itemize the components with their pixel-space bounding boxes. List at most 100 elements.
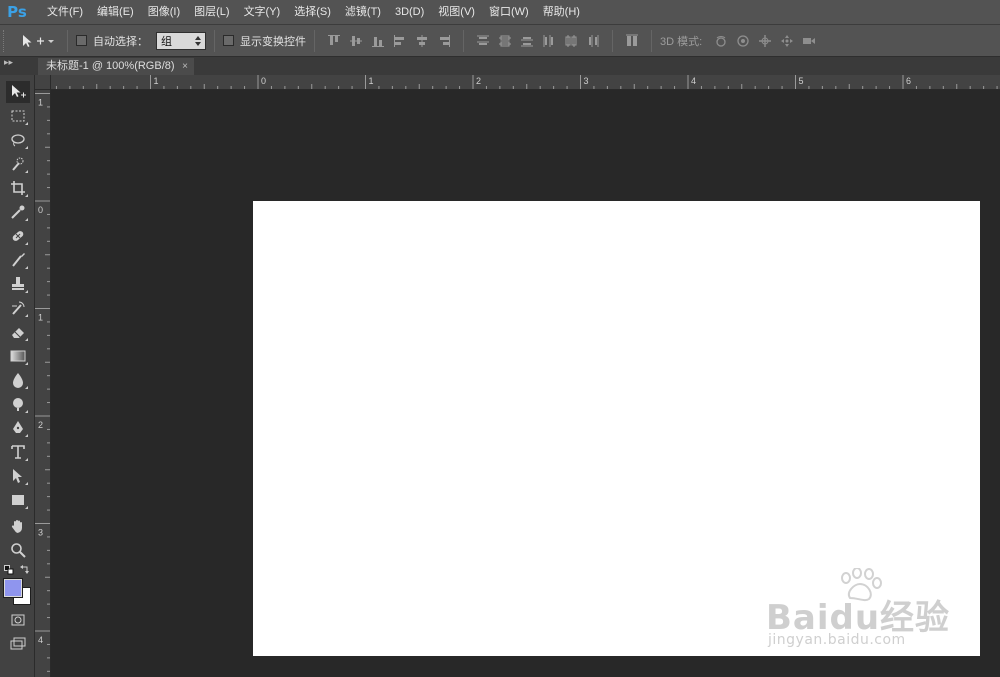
auto-align-layers-icon[interactable]	[624, 33, 640, 49]
tools-panel	[0, 75, 35, 677]
align-right-edges-icon[interactable]	[436, 33, 452, 49]
ruler-label: 3	[38, 528, 43, 538]
auto-select-dropdown[interactable]: 组	[156, 31, 206, 50]
dodge-icon[interactable]	[6, 393, 30, 415]
close-tab-icon[interactable]: ×	[182, 58, 188, 75]
distribute-top-icon[interactable]	[475, 33, 491, 49]
ruler-label: 2	[476, 76, 481, 86]
ruler-label: 1	[38, 98, 43, 108]
ruler-label: 0	[38, 205, 43, 215]
blur-icon[interactable]	[6, 369, 30, 391]
hand-icon[interactable]	[6, 515, 30, 537]
3d-rotate-icon[interactable]	[713, 33, 729, 49]
divider	[314, 29, 315, 52]
align-top-edges-icon[interactable]	[326, 33, 342, 49]
menu-3d[interactable]: 3D(D)	[388, 0, 431, 25]
path-selection-icon[interactable]	[6, 465, 30, 487]
main-menu: 文件(F) 编辑(E) 图像(I) 图层(L) 文字(Y) 选择(S) 滤镜(T…	[40, 0, 587, 25]
auto-select-label: 自动选择：	[93, 35, 148, 48]
eraser-icon[interactable]	[6, 321, 30, 343]
distribute-horizontal-centers-icon[interactable]	[563, 33, 579, 49]
move-tool-icon[interactable]	[6, 81, 30, 103]
menu-type[interactable]: 文字(Y)	[237, 0, 288, 25]
menu-filter[interactable]: 滤镜(T)	[338, 0, 388, 25]
gradient-icon[interactable]	[6, 345, 30, 367]
zoom-icon[interactable]	[6, 539, 30, 561]
distribute-right-icon[interactable]	[585, 33, 601, 49]
document-tab-title: 未标题-1 @ 100%(RGB/8)	[46, 60, 175, 72]
distribute-vertical-centers-icon[interactable]	[497, 33, 513, 49]
updown-arrows-icon	[195, 35, 201, 46]
quick-selection-icon[interactable]	[6, 153, 30, 175]
eyedropper-icon[interactable]	[6, 201, 30, 223]
ruler-label: 5	[799, 76, 804, 86]
menu-bar: Ps 文件(F) 编辑(E) 图像(I) 图层(L) 文字(Y) 选择(S) 滤…	[0, 0, 1000, 25]
divider	[612, 29, 613, 52]
history-brush-icon[interactable]	[6, 297, 30, 319]
swap-colors-icon[interactable]	[20, 564, 30, 574]
menu-window[interactable]: 窗口(W)	[482, 0, 536, 25]
default-colors-icon[interactable]	[4, 565, 14, 575]
watermark-url: jingyan.baidu.com	[768, 632, 906, 648]
type-icon[interactable]	[6, 441, 30, 463]
horizontal-ruler[interactable]: 1 0 1 2 3 4 5 6	[35, 75, 1000, 90]
auto-select-value: 组	[161, 35, 172, 48]
3d-scale-icon[interactable]	[801, 33, 817, 49]
pen-icon[interactable]	[6, 417, 30, 439]
show-transform-controls-label: 显示变换控件	[240, 35, 306, 48]
healing-brush-icon[interactable]	[6, 225, 30, 247]
divider	[651, 29, 652, 52]
baidu-watermark: Baidu经验 jingyan.baidu.com	[766, 568, 956, 650]
distribute-bottom-icon[interactable]	[519, 33, 535, 49]
panel-collapse-icon[interactable]: ▸▸	[0, 57, 34, 75]
menu-view[interactable]: 视图(V)	[431, 0, 482, 25]
ruler-label: 0	[261, 76, 266, 86]
ruler-label: 1	[154, 76, 159, 86]
3d-drag-icon[interactable]	[757, 33, 773, 49]
divider	[67, 29, 68, 52]
menu-edit[interactable]: 编辑(E)	[90, 0, 141, 25]
3d-mode-label: 3D 模式:	[660, 35, 703, 48]
3d-slide-icon[interactable]	[779, 33, 795, 49]
align-bottom-edges-icon[interactable]	[370, 33, 386, 49]
menu-select[interactable]: 选择(S)	[287, 0, 338, 25]
brush-icon[interactable]	[6, 249, 30, 271]
align-horizontal-centers-icon[interactable]	[414, 33, 430, 49]
document-tab[interactable]: 未标题-1 @ 100%(RGB/8) ×	[38, 58, 194, 75]
rectangular-marquee-icon[interactable]	[6, 105, 30, 127]
chevron-down-icon	[48, 39, 54, 43]
clone-stamp-icon[interactable]	[6, 273, 30, 295]
screen-mode-icon[interactable]	[6, 633, 30, 655]
divider	[214, 29, 215, 52]
ruler-label: 1	[38, 313, 43, 323]
menu-file[interactable]: 文件(F)	[40, 0, 90, 25]
document-tab-strip: ▸▸ 未标题-1 @ 100%(RGB/8) ×	[0, 57, 1000, 75]
rectangle-shape-icon[interactable]	[6, 489, 30, 511]
lasso-icon[interactable]	[6, 129, 30, 151]
ruler-origin[interactable]	[35, 75, 51, 90]
ruler-label: 2	[38, 420, 43, 430]
photoshop-logo-icon: Ps	[7, 3, 27, 21]
distribute-left-icon[interactable]	[541, 33, 557, 49]
ruler-label: 4	[691, 76, 696, 86]
tool-preset-picker[interactable]	[21, 34, 59, 48]
menu-help[interactable]: 帮助(H)	[536, 0, 587, 25]
auto-select-checkbox[interactable]	[76, 35, 87, 46]
show-transform-controls-checkbox[interactable]	[223, 35, 234, 46]
crop-icon[interactable]	[6, 177, 30, 199]
vertical-ruler[interactable]: 1 0 1 2 3 4	[35, 90, 51, 677]
ruler-label: 1	[369, 76, 374, 86]
3d-roll-icon[interactable]	[735, 33, 751, 49]
align-vertical-centers-icon[interactable]	[348, 33, 364, 49]
options-bar: 自动选择： 组 显示变换控件 3D 模式:	[0, 25, 1000, 57]
menu-image[interactable]: 图像(I)	[141, 0, 187, 25]
align-left-edges-icon[interactable]	[392, 33, 408, 49]
options-bar-grip[interactable]	[3, 29, 11, 52]
quick-mask-icon[interactable]	[6, 609, 30, 631]
ruler-label: 4	[38, 635, 43, 645]
move-tool-icon	[23, 34, 44, 47]
foreground-color-swatch[interactable]	[3, 578, 23, 598]
menu-layer[interactable]: 图层(L)	[187, 0, 236, 25]
divider	[463, 29, 464, 52]
ruler-label: 3	[584, 76, 589, 86]
